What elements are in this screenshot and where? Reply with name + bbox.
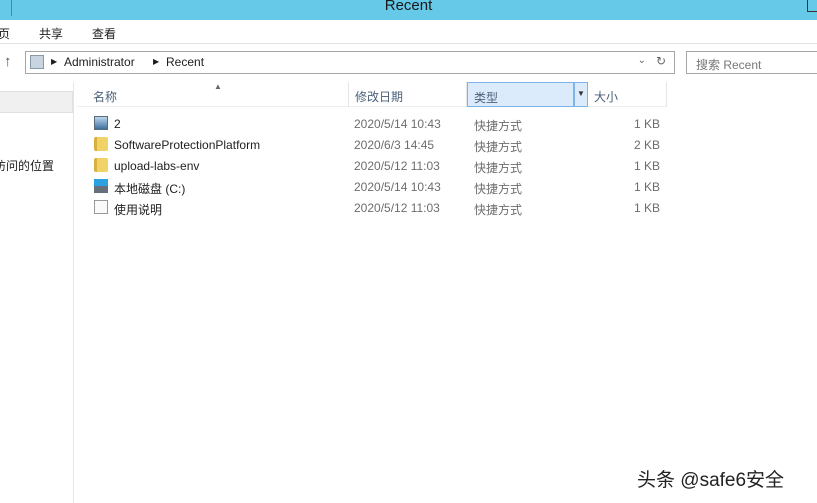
folder-icon — [94, 137, 108, 151]
file-row[interactable]: 使用说明 2020/5/12 11:03 快捷方式 1 KB — [77, 197, 667, 218]
file-row[interactable]: 本地磁盘 (C:) 2020/5/14 10:43 快捷方式 1 KB — [77, 176, 667, 197]
file-row[interactable]: upload-labs-env 2020/5/12 11:03 快捷方式 1 KB — [77, 155, 667, 176]
breadcrumb-arrow-icon[interactable]: ▶ — [51, 57, 57, 66]
tab-view[interactable]: 查看 — [92, 25, 116, 42]
column-name[interactable]: 名称 — [77, 82, 349, 107]
file-size: 1 KB — [633, 201, 660, 215]
column-date[interactable]: 修改日期 — [349, 82, 467, 107]
recent-places-icon — [30, 55, 44, 69]
file-list: 2 2020/5/14 10:43 快捷方式 1 KB SoftwareProtect… — [77, 113, 667, 218]
nav-selected-item[interactable] — [0, 91, 73, 113]
file-size: 1 KB — [633, 180, 660, 194]
breadcrumb-administrator[interactable]: Administrator — [64, 55, 135, 69]
image-icon — [94, 116, 108, 130]
file-type: 快捷方式 — [474, 161, 523, 175]
file-date: 2020/5/14 10:43 — [354, 117, 441, 131]
up-arrow-icon[interactable]: ↑ — [4, 53, 12, 70]
file-type: 快捷方式 — [474, 140, 523, 154]
file-type: 快捷方式 — [474, 203, 523, 217]
column-dropdown-icon[interactable]: ▼ — [574, 82, 588, 107]
drive-icon — [94, 179, 108, 193]
column-size[interactable]: 大小 — [588, 82, 667, 107]
file-name: upload-labs-env — [114, 159, 200, 173]
file-name: 2 — [114, 117, 121, 131]
file-name: 使用说明 — [114, 203, 163, 217]
file-date: 2020/6/3 14:45 — [354, 138, 435, 152]
file-name: 本地磁盘 (C:) — [114, 182, 186, 196]
column-header: ▲ 名称 修改日期 类型 ▼ 大小 — [77, 82, 667, 107]
file-type: 快捷方式 — [474, 182, 523, 196]
tab-home[interactable]: 页 — [0, 25, 10, 42]
column-type[interactable]: 类型 — [467, 82, 574, 107]
breadcrumb-arrow-icon[interactable]: ▶ — [153, 57, 159, 66]
watermark: 头条 @safe6安全 — [637, 470, 785, 491]
breadcrumb-recent[interactable]: Recent — [166, 55, 204, 69]
file-date: 2020/5/12 11:03 — [354, 201, 440, 215]
file-row[interactable]: 2 2020/5/14 10:43 快捷方式 1 KB — [77, 113, 667, 134]
minimize-button[interactable] — [807, 0, 817, 12]
refresh-icon[interactable]: ↻ — [656, 54, 666, 68]
chevron-down-icon[interactable]: ⌄ — [638, 55, 646, 66]
file-size: 1 KB — [633, 159, 660, 173]
navigation-pane: 访问的位置 — [0, 82, 74, 503]
file-date: 2020/5/12 11:03 — [354, 159, 440, 173]
title-bar: Recent — [0, 0, 817, 20]
folder-icon — [94, 158, 108, 172]
file-date: 2020/5/14 10:43 — [354, 180, 441, 194]
file-row[interactable]: SoftwareProtectionPlatform 2020/6/3 14:45… — [77, 134, 667, 155]
document-icon — [94, 200, 108, 214]
window-title: Recent — [384, 0, 433, 14]
ribbon-tabs: 页 共享 查看 — [0, 20, 817, 44]
file-name: SoftwareProtectionPlatform — [114, 138, 261, 152]
nav-item-recent-places[interactable]: 访问的位置 — [0, 157, 54, 174]
address-bar[interactable]: ▶ Administrator ▶ Recent ⌄ ↻ — [25, 51, 675, 74]
file-type: 快捷方式 — [474, 119, 523, 133]
search-input[interactable]: 搜索 Recent — [686, 51, 817, 74]
tab-share[interactable]: 共享 — [39, 25, 63, 42]
file-size: 2 KB — [633, 138, 660, 152]
file-size: 1 KB — [633, 117, 660, 131]
